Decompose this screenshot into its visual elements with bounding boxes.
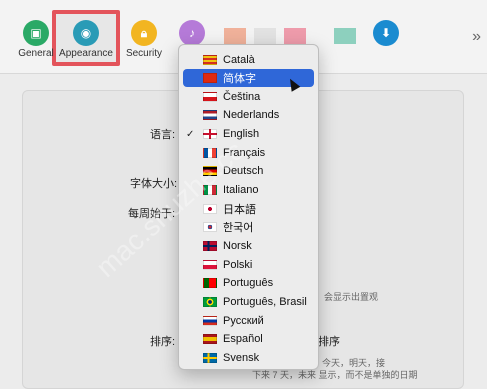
menu-item-norwegian[interactable]: Norsk [183, 237, 314, 255]
catalonia-flag-icon [203, 55, 217, 65]
sort-value[interactable]: 排序 [318, 333, 340, 349]
korea-flag-icon [203, 222, 217, 232]
spain-flag-icon [203, 334, 217, 344]
russia-flag-icon [203, 316, 217, 326]
menu-item-label: Polski [223, 259, 253, 271]
lock-icon: 🔒︎ [131, 20, 157, 46]
preferences-window: ▣ General ◉ Appearance 🔒︎ Security ♪ A ⬇… [0, 0, 487, 389]
tab-appearance[interactable]: ◉ Appearance [56, 20, 116, 59]
language-label: 语言: [150, 129, 176, 141]
hint-text: 会显示出置观 [324, 292, 379, 302]
sweden-flag-icon [203, 353, 217, 363]
menu-item-korean[interactable]: 한국어 [183, 218, 314, 236]
menu-item-catalan[interactable]: Català [183, 51, 314, 69]
brazil-flag-icon [203, 297, 217, 307]
menu-item-label: 日本語 [223, 204, 256, 216]
palette-icon: ◉ [73, 20, 99, 46]
menu-item-english[interactable]: ✓ English [183, 125, 314, 143]
blurred-icon [334, 28, 356, 44]
blurred-icon [254, 28, 276, 44]
checkmark-icon: ✓ [186, 128, 195, 140]
uk-flag-icon [203, 129, 217, 139]
menu-item-japanese[interactable]: 日本語 [183, 200, 314, 218]
sort-label: 排序: [150, 336, 176, 348]
menu-item-czech[interactable]: Čeština [183, 88, 314, 106]
tab-appearance-label: Appearance [59, 48, 113, 59]
menu-item-swedish[interactable]: Svensk [183, 349, 314, 367]
menu-item-label: Português [223, 277, 274, 289]
portugal-flag-icon [203, 278, 217, 288]
menu-item-russian[interactable]: Русский [183, 312, 314, 330]
download-icon: ⬇︎ [373, 20, 399, 46]
menu-item-portuguese[interactable]: Português [183, 274, 314, 292]
menu-item-spanish[interactable]: Español [183, 330, 314, 348]
menu-item-polish[interactable]: Polski [183, 256, 314, 274]
china-flag-icon [203, 73, 217, 83]
tab-downloads[interactable]: ⬇︎ [356, 20, 416, 46]
menu-item-label: Nederlands [223, 109, 280, 121]
general-icon: ▣ [23, 20, 49, 46]
japan-flag-icon [203, 204, 217, 214]
menu-item-label: Italiano [223, 184, 259, 196]
menu-item-label: 한국어 [223, 222, 254, 234]
menu-item-portuguese-brazil[interactable]: Português, Brasil [183, 293, 314, 311]
bell-icon: ♪ [179, 20, 205, 46]
language-dropdown-menu: Català 简体字 Čeština Nederlands ✓ English … [178, 44, 319, 370]
poland-flag-icon [203, 260, 217, 270]
menu-item-dutch[interactable]: Nederlands [183, 106, 314, 124]
menu-item-label: Русский [223, 315, 264, 327]
more-chevron-icon[interactable]: » [472, 28, 481, 46]
menu-item-label: Čeština [223, 91, 261, 103]
menu-item-label: Català [223, 54, 255, 66]
menu-item-label: 简体字 [223, 73, 256, 85]
norway-flag-icon [203, 241, 217, 251]
blurred-icon [284, 28, 306, 44]
czech-flag-icon [203, 92, 217, 102]
menu-item-label: Português, Brasil [223, 296, 307, 308]
menu-item-label: Svensk [223, 352, 260, 364]
netherlands-flag-icon [203, 110, 217, 120]
blurred-icon [224, 28, 246, 44]
menu-item-label: Español [223, 333, 263, 345]
menu-item-label: Norsk [223, 240, 252, 252]
